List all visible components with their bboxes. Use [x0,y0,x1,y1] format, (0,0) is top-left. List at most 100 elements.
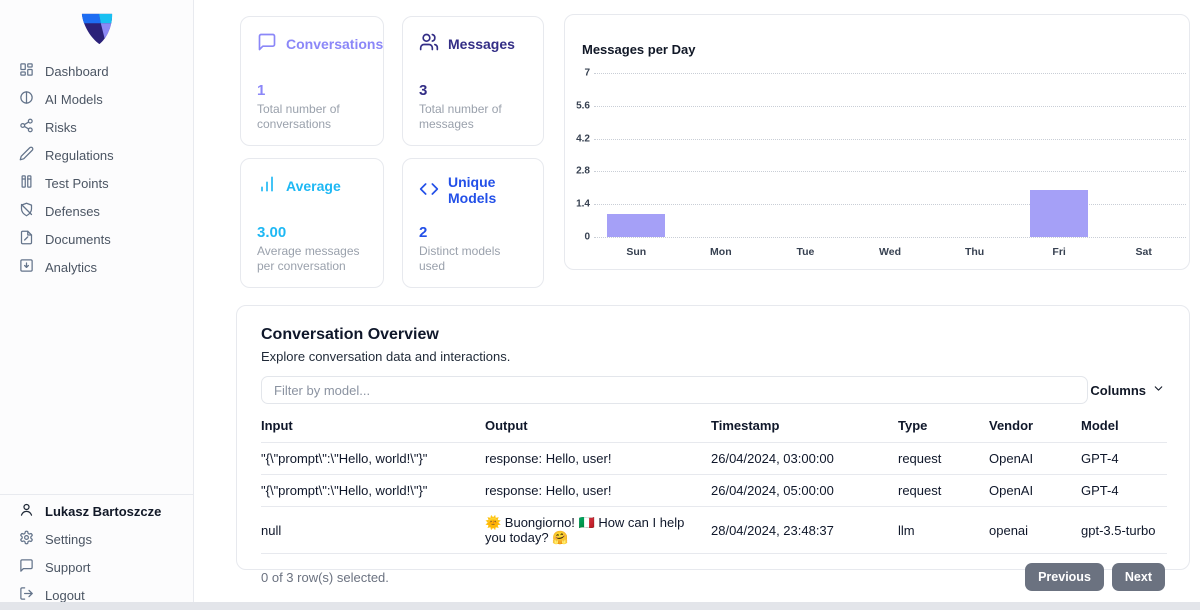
messages-per-day-chart: Messages per Day 0 1.4 2.8 4.2 5.6 7 Sun Mon Tue… [564,14,1190,270]
sidebar-item-risks[interactable]: Risks [0,113,193,141]
user-name: Lukasz Bartoszcze [45,503,162,519]
window-bottom-edge [0,602,1200,610]
sidebar-item-support[interactable]: Support [0,553,193,581]
sidebar-item-dashboard[interactable]: Dashboard [0,57,193,85]
ai-models-icon [19,90,34,108]
table-cell: "{\"prompt\":\"Hello, world!\"}" [261,474,485,507]
table-row[interactable]: "{\"prompt\":\"Hello, world!\"}" response… [261,474,1167,507]
stat-card-messages: Messages 3 Total number of messages [402,16,544,146]
user-menu[interactable]: Lukasz Bartoszcze [0,497,193,525]
file-icon [19,230,34,248]
table-header-row: Input Output Timestamp Type Vendor Model [261,412,1167,443]
bar-sun[interactable] [607,213,666,237]
gridline [594,73,1186,74]
chart-title: Messages per Day [582,42,696,57]
filter-input[interactable] [261,376,1088,404]
column-header-input: Input [261,412,485,443]
y-axis-tick: 7 [584,67,590,79]
stat-value: 1 [257,82,266,99]
sidebar-item-settings[interactable]: Settings [0,525,193,553]
sidebar-item-label: Support [45,559,91,575]
conversation-table: Input Output Timestamp Type Vendor Model "{\"… [261,412,1167,554]
users-icon [419,32,439,55]
pagination: Previous Next [1025,563,1165,591]
table-cell: request [898,442,989,475]
x-axis-label: Sat [1135,246,1152,258]
sidebar-item-label: Logout [45,587,85,603]
y-axis-tick: 2.8 [576,165,590,177]
bar-fri[interactable] [1030,190,1089,237]
sidebar-item-label: Test Points [45,175,109,191]
stat-card-average: Average 3.00 Average messages per conver… [240,158,384,288]
sidebar-item-label: Documents [45,231,111,247]
column-header-type: Type [898,412,989,443]
pen-icon [19,146,34,164]
shield-off-icon [19,202,34,220]
chevron-down-icon [1152,382,1165,398]
table-row[interactable]: null 🌞 Buongiorno! 🇮🇹 How can I help you … [261,506,1167,554]
x-axis-label: Fri [1052,246,1066,258]
table-cell: gpt-3.5-turbo [1081,506,1167,554]
x-axis-label: Tue [796,246,815,258]
x-axis-label: Wed [879,246,901,258]
table-cell: OpenAI [989,442,1081,475]
next-page-button[interactable]: Next [1111,563,1165,591]
previous-page-button[interactable]: Previous [1025,563,1104,591]
stat-card-conversations: Conversations 1 Total number of conversa… [240,16,384,146]
table-cell: 🌞 Buongiorno! 🇮🇹 How can I help you toda… [485,506,711,554]
sidebar-item-defenses[interactable]: Defenses [0,197,193,225]
message-square-icon [257,32,277,55]
table-cell: GPT-4 [1081,474,1167,507]
bar-chart-icon [257,174,277,197]
columns-dropdown-button[interactable]: Columns [1090,382,1165,398]
y-axis-tick: 4.2 [576,133,590,145]
column-header-output: Output [485,412,711,443]
sidebar-item-test-points[interactable]: Test Points [0,169,193,197]
sidebar-item-analytics[interactable]: Analytics [0,253,193,281]
gridline [594,204,1186,206]
x-axis-label: Mon [710,246,732,258]
stat-subtitle: Average messages per conversation [257,244,360,273]
stat-title: Unique Models [448,174,497,206]
stat-title: Messages [448,35,515,52]
table-cell: response: Hello, user! [485,442,711,475]
sidebar-item-label: Analytics [45,259,98,275]
gear-icon [19,530,34,548]
table-cell: 28/04/2024, 23:48:37 [711,506,898,554]
x-axis-label: Thu [964,246,985,258]
table-footer: 0 of 3 row(s) selected. Previous Next [261,563,1165,591]
sidebar-item-label: Risks [45,119,77,135]
code-icon [419,179,439,202]
column-header-timestamp: Timestamp [711,412,898,443]
y-axis-tick: 0 [584,231,590,243]
stat-value: 3 [419,82,428,99]
sidebar-item-documents[interactable]: Documents [0,225,193,253]
table-cell: openai [989,506,1081,554]
table-cell: llm [898,506,989,554]
sidebar: Dashboard AI Models Risks Regulations Te… [0,0,194,603]
table-cell: response: Hello, user! [485,474,711,507]
sidebar-item-label: Defenses [45,203,100,219]
sidebar-nav: Dashboard AI Models Risks Regulations Te… [0,57,193,281]
conversation-overview-card: Conversation Overview Explore conversati… [236,305,1190,591]
risks-icon [19,118,34,136]
rows-selected-status: 0 of 3 row(s) selected. [261,569,389,585]
stat-title: Average [286,177,341,194]
table-row[interactable]: "{\"prompt\":\"Hello, world!\"}" response… [261,442,1167,475]
sidebar-footer: Lukasz Bartoszcze Settings Support Logou… [0,494,193,609]
table-cell: null [261,506,485,554]
table-cell: 26/04/2024, 03:00:00 [711,442,898,475]
sidebar-item-regulations[interactable]: Regulations [0,141,193,169]
stat-value: 2 [419,224,428,241]
stat-value: 3.00 [257,224,287,241]
columns-label: Columns [1090,382,1146,398]
sidebar-item-label: Regulations [45,147,114,163]
sidebar-item-ai-models[interactable]: AI Models [0,85,193,113]
table-cell: "{\"prompt\":\"Hello, world!\"}" [261,442,485,475]
table-cell: 26/04/2024, 05:00:00 [711,474,898,507]
table-subtitle: Explore conversation data and interactio… [261,349,511,364]
stat-subtitle: Total number of conversations [257,102,340,131]
stat-card-unique-models: Unique Models 2 Distinct models used [402,158,544,288]
gridline [594,138,1186,140]
table-controls: Columns [261,376,1165,404]
